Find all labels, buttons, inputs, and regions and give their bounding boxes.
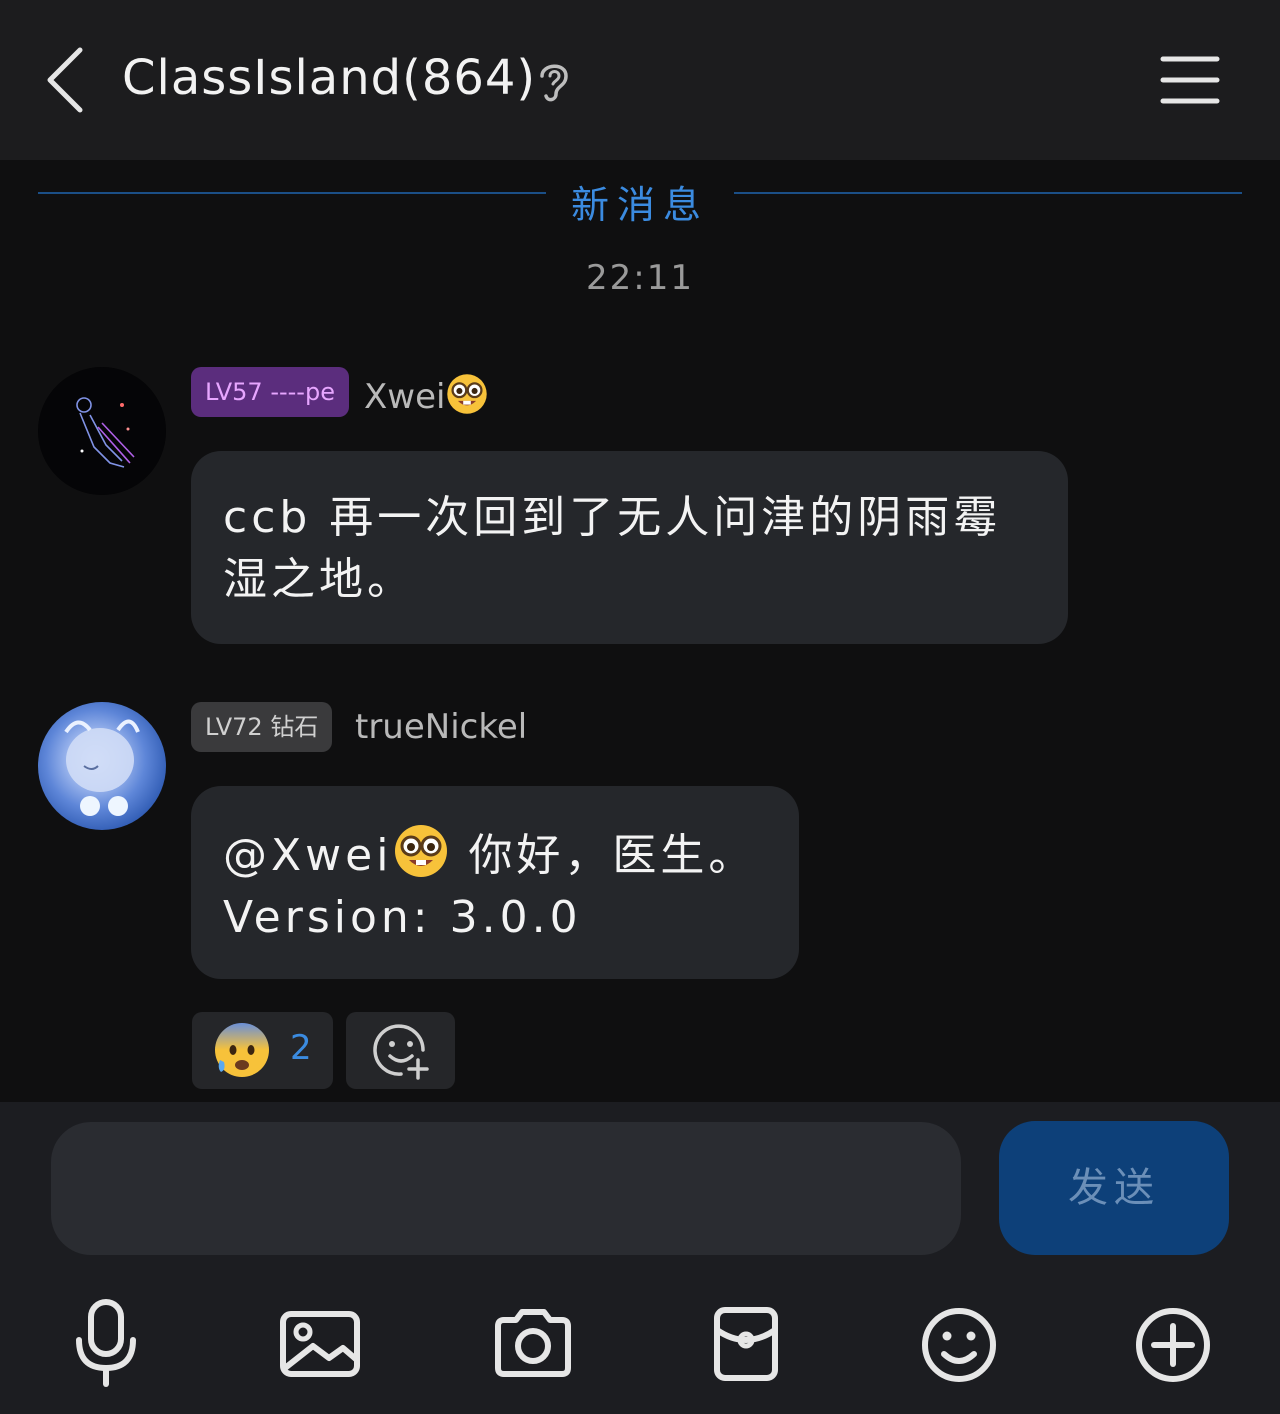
plus-icon — [1136, 1308, 1210, 1382]
add-reaction-icon — [373, 1024, 429, 1080]
composer: 发送 — [0, 1102, 1280, 1274]
menu-button[interactable] — [1160, 56, 1220, 104]
red-packet-icon — [714, 1307, 778, 1381]
emoji-icon — [922, 1308, 996, 1382]
emoji-button[interactable] — [904, 1288, 1014, 1398]
message-line: @Xwei 你好，医生。 — [223, 822, 767, 887]
image-button[interactable] — [265, 1288, 375, 1398]
nerd-face-emoji — [447, 374, 488, 414]
message-text: 你好，医生。 — [468, 830, 757, 881]
back-button[interactable] — [40, 44, 100, 116]
more-button[interactable] — [1118, 1288, 1228, 1398]
camera-button[interactable] — [478, 1288, 588, 1398]
message-input[interactable] — [51, 1122, 961, 1255]
reaction-chip[interactable]: 2 — [192, 1012, 333, 1089]
hamburger-menu-icon — [1160, 56, 1220, 104]
message-line: Version: 3.0.0 — [223, 892, 582, 943]
level-badge: LV57 ----pe — [191, 367, 349, 417]
reaction-count: 2 — [290, 1028, 312, 1068]
microphone-icon — [76, 1299, 136, 1387]
sender-name[interactable]: Xwei — [364, 372, 489, 417]
red-packet-button[interactable] — [691, 1288, 801, 1398]
level-badge: LV72 钻石 — [191, 702, 333, 752]
mention[interactable]: @Xwei — [223, 830, 392, 881]
avatar[interactable] — [38, 702, 166, 830]
new-messages-label: 新消息 — [570, 183, 709, 227]
avatar[interactable] — [38, 367, 166, 495]
chat-header: ClassIsland(864) — [0, 0, 1280, 160]
message-bubble[interactable]: ccb 再一次回到了无人问津的阴雨霉湿之地。 — [191, 451, 1068, 644]
chevron-left-icon — [47, 47, 83, 113]
new-messages-divider: 新消息 — [38, 170, 1242, 227]
voice-button[interactable] — [51, 1288, 161, 1398]
bottom-toolbar — [0, 1274, 1280, 1414]
ear-icon[interactable] — [532, 56, 576, 104]
sender-name-text: Xwei — [364, 377, 446, 417]
send-button[interactable]: 发送 — [999, 1121, 1229, 1255]
camera-icon — [495, 1309, 571, 1377]
divider-line-right — [734, 192, 1242, 194]
anxious-face-with-sweat-emoji — [215, 1023, 269, 1077]
chat-title[interactable]: ClassIsland(864) — [122, 50, 536, 106]
message-bubble[interactable]: @Xwei 你好，医生。 Version: 3.0.0 — [191, 786, 799, 979]
sender-name[interactable]: trueNickel — [355, 707, 527, 747]
image-icon — [280, 1311, 360, 1377]
message-timestamp: 22:11 — [586, 258, 694, 298]
divider-line-left — [38, 192, 546, 194]
add-reaction-button[interactable] — [346, 1012, 455, 1089]
nerd-face-emoji — [395, 825, 448, 877]
